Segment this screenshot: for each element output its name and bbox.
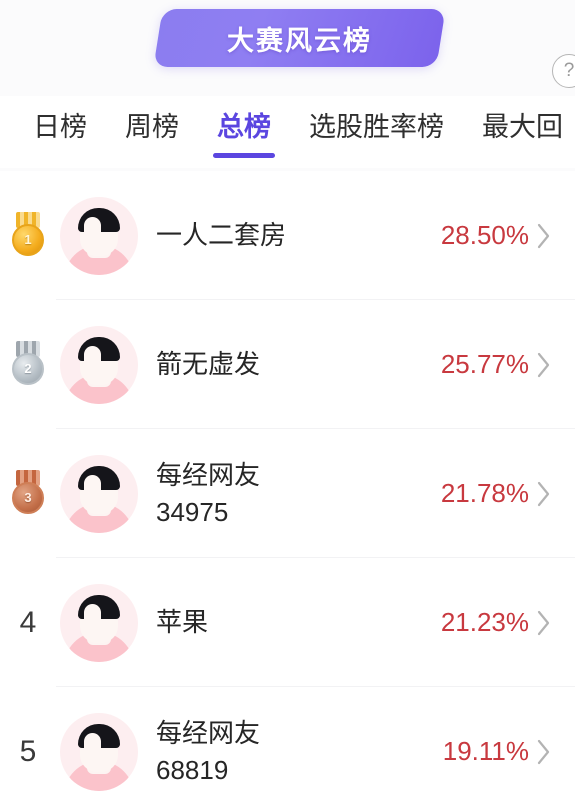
chevron-right-icon[interactable] <box>529 609 559 637</box>
leaderboard-row[interactable]: 2 箭无虚发 25.77% <box>0 300 575 429</box>
return-percent: 21.78% <box>440 478 529 508</box>
header: 大赛风云榜 ? <box>0 0 575 92</box>
avatar[interactable] <box>60 712 138 791</box>
avatar[interactable] <box>60 454 138 533</box>
chevron-right-icon[interactable] <box>529 222 559 250</box>
tab-2[interactable]: 总榜 <box>213 110 275 158</box>
avatar-hair <box>78 465 120 490</box>
chevron-right-icon[interactable] <box>529 738 559 766</box>
avatar-hair <box>78 207 120 232</box>
user-name: 苹果 <box>156 604 417 641</box>
gold-medal-icon: 1 <box>8 211 48 260</box>
chevron-right-icon[interactable] <box>529 351 559 379</box>
avatar-hair <box>78 723 120 748</box>
user-name: 每经网友 68819 <box>156 715 417 789</box>
rank-cell: 5 <box>0 735 56 769</box>
silver-medal-icon: 2 <box>8 340 48 389</box>
return-percent: 28.50% <box>440 220 529 250</box>
tab-label: 日榜 <box>33 112 87 142</box>
avatar[interactable] <box>60 325 138 404</box>
medal-rank-number: 3 <box>12 481 44 514</box>
leaderboard-row[interactable]: 1 一人二套房 28.50% <box>0 171 575 300</box>
return-percent: 21.23% <box>440 607 529 637</box>
avatar[interactable] <box>60 583 138 662</box>
tab-1[interactable]: 周榜 <box>125 110 179 144</box>
user-name-line1: 一人二套房 <box>156 220 287 250</box>
user-name: 箭无虚发 <box>156 346 417 383</box>
medal-rank-number: 2 <box>12 352 44 385</box>
leaderboard-list: 1 一人二套房 28.50% 2 箭无虚发 25.77% 3 每经网友 34975 21.78% 4… <box>0 171 575 797</box>
medal-rank-number: 1 <box>12 223 44 256</box>
rank-number: 4 <box>19 605 37 639</box>
leaderboard-row[interactable]: 4 苹果 21.23% <box>0 558 575 687</box>
user-name: 一人二套房 <box>156 217 417 254</box>
user-name-line2: 34975 <box>156 496 229 527</box>
tab-label: 最大回 <box>482 112 563 142</box>
tab-label: 周榜 <box>125 112 179 142</box>
avatar-hair <box>78 336 120 361</box>
avatar-hair <box>78 594 120 619</box>
rank-number: 5 <box>19 734 37 768</box>
leaderboard-row[interactable]: 3 每经网友 34975 21.78% <box>0 429 575 558</box>
tab-3[interactable]: 选股胜率榜 <box>309 110 444 144</box>
page-title: 大赛风云榜 <box>227 25 372 56</box>
tab-label: 总榜 <box>217 112 271 142</box>
user-name-line1: 苹果 <box>156 607 209 637</box>
rank-cell: 2 <box>0 340 56 389</box>
rank-cell: 3 <box>0 469 56 518</box>
user-name-line1: 每经网友 <box>156 717 261 748</box>
return-percent: 25.77% <box>440 349 529 379</box>
bronze-medal-icon: 3 <box>8 469 48 518</box>
chevron-right-icon[interactable] <box>529 480 559 508</box>
user-name-line2: 68819 <box>156 754 229 785</box>
tab-label: 选股胜率榜 <box>309 112 444 142</box>
tab-0[interactable]: 日榜 <box>33 110 87 144</box>
tab-active-indicator <box>213 153 275 158</box>
tab-4[interactable]: 最大回 <box>482 110 563 144</box>
leaderboard-screen: 大赛风云榜 ? 日榜 周榜 总榜 选股胜率榜 最大回 1 一人二套房 28.50% 2 箭无虚发… <box>0 0 575 797</box>
return-percent: 19.11% <box>442 736 529 766</box>
user-name-line1: 每经网友 <box>156 459 261 490</box>
leaderboard-row[interactable]: 5 每经网友 68819 19.11% <box>0 687 575 797</box>
help-icon[interactable]: ? <box>552 54 575 88</box>
rank-cell: 4 <box>0 606 56 640</box>
user-name: 每经网友 34975 <box>156 457 417 531</box>
tab-bar[interactable]: 日榜 周榜 总榜 选股胜率榜 最大回 <box>0 96 575 168</box>
user-name-line1: 箭无虚发 <box>156 349 261 379</box>
avatar[interactable] <box>60 196 138 275</box>
rank-cell: 1 <box>0 211 56 260</box>
